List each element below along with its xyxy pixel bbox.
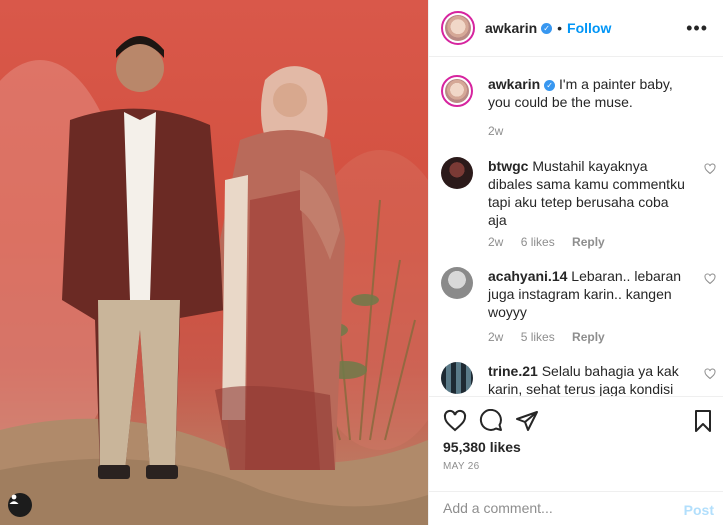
add-comment-bar: Post: [429, 491, 723, 525]
comment-input[interactable]: [443, 500, 663, 516]
heart-icon[interactable]: [443, 409, 467, 433]
comment-meta: 2w 5 likes Reply: [488, 330, 619, 344]
heart-icon[interactable]: [704, 163, 716, 175]
reply-button[interactable]: Reply: [572, 330, 605, 344]
comment-item: trine.21 Selalu bahagia ya kak karin, se…: [441, 362, 716, 396]
caption-meta: 2w: [488, 124, 517, 138]
caption: awkarin ✓ I'm a painter baby, you could b…: [441, 75, 716, 145]
comment-username[interactable]: trine.21: [488, 363, 538, 379]
caption-body: awkarin ✓ I'm a painter baby, you could b…: [488, 75, 698, 111]
like-count[interactable]: 95,380 likes: [443, 439, 521, 455]
heart-icon[interactable]: [704, 273, 716, 285]
post-photo[interactable]: [0, 0, 428, 525]
caption-time: 2w: [488, 124, 504, 138]
comment-body: acahyani.14 Lebaran.. lebaran juga insta…: [488, 267, 688, 321]
comment-username[interactable]: acahyani.14: [488, 268, 567, 284]
post-header: awkarin ✓ • Follow •••: [429, 0, 723, 57]
woman-figure: [215, 66, 345, 470]
comment-meta: 2w 6 likes Reply: [488, 235, 619, 249]
verified-badge-icon: ✓: [541, 22, 553, 34]
caption-username[interactable]: awkarin: [488, 76, 540, 92]
comment-item: btwgc Mustahil kayaknya dibales sama kam…: [441, 157, 716, 249]
comment-likes[interactable]: 5 likes: [521, 330, 555, 344]
caption-avatar[interactable]: [441, 75, 473, 107]
comment-icon[interactable]: [479, 409, 503, 433]
post-actions: 95,380 likes MAY 26 Post: [429, 396, 723, 525]
comment-body: trine.21 Selalu bahagia ya kak karin, se…: [488, 362, 688, 396]
more-options-button[interactable]: •••: [686, 18, 708, 39]
post-date: MAY 26: [443, 461, 480, 472]
commenter-avatar[interactable]: [441, 157, 473, 189]
follow-button[interactable]: Follow: [567, 20, 611, 36]
commenter-avatar[interactable]: [441, 362, 473, 394]
comment-time: 2w: [488, 235, 504, 249]
comment-time: 2w: [488, 330, 504, 344]
photo-illustration: [0, 36, 428, 525]
heart-icon[interactable]: [704, 368, 716, 380]
post-comment-button[interactable]: Post: [684, 502, 714, 518]
commenter-avatar[interactable]: [441, 267, 473, 299]
author-username[interactable]: awkarin: [485, 20, 537, 36]
comment-item: acahyani.14 Lebaran.. lebaran juga insta…: [441, 267, 716, 347]
post-side-panel: awkarin ✓ • Follow ••• awkarin ✓ I'm a pa…: [428, 0, 723, 525]
comments-list[interactable]: awkarin ✓ I'm a painter baby, you could b…: [429, 57, 723, 396]
user-tag-icon[interactable]: [8, 493, 32, 517]
comment-body: btwgc Mustahil kayaknya dibales sama kam…: [488, 157, 688, 229]
separator-dot: •: [557, 20, 563, 36]
bookmark-icon[interactable]: [691, 409, 715, 433]
reply-button[interactable]: Reply: [572, 235, 605, 249]
comment-likes[interactable]: 6 likes: [521, 235, 555, 249]
share-icon[interactable]: [515, 409, 539, 433]
verified-badge-icon: ✓: [544, 80, 556, 91]
author-avatar[interactable]: [441, 11, 475, 45]
comment-username[interactable]: btwgc: [488, 158, 528, 174]
